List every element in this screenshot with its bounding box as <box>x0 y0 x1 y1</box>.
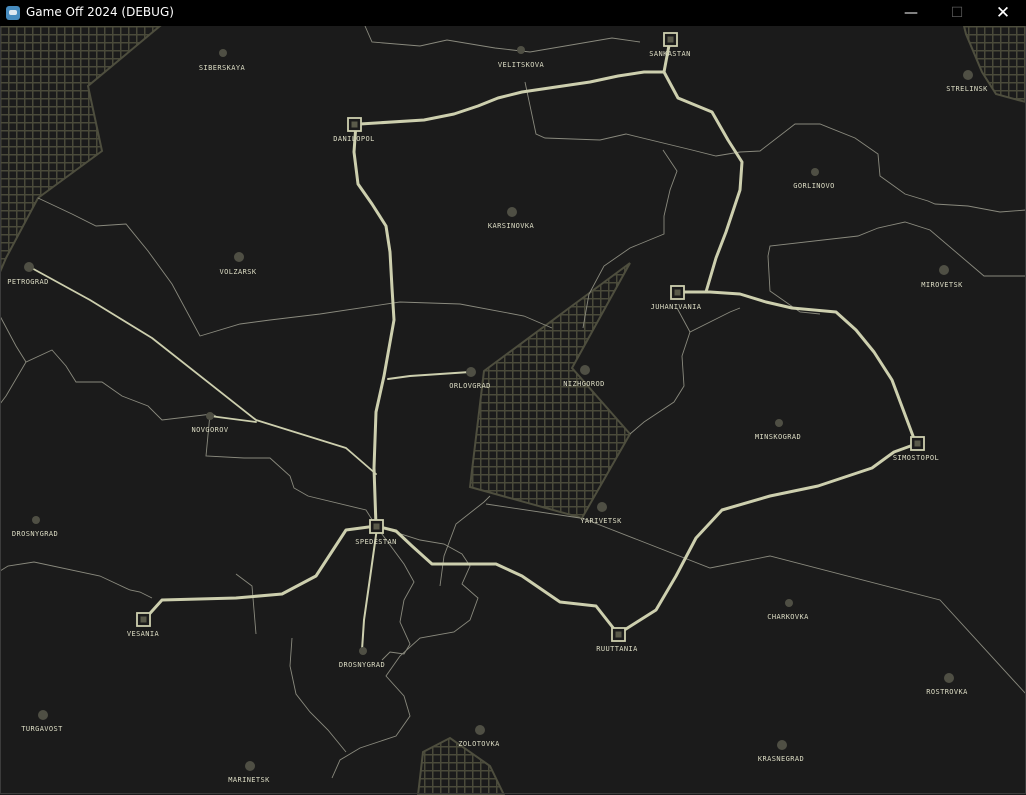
town-label-nizhgorod: NIZHGOROD <box>563 380 605 388</box>
title-bar[interactable]: Game Off 2024 (DEBUG) — ☐ ✕ <box>0 0 1026 26</box>
route-juhanivania-simostopol <box>676 290 918 446</box>
route-sankastan-juhanivania <box>662 70 744 294</box>
minimize-button[interactable]: — <box>888 0 934 26</box>
route-spedestan-ruuttania <box>374 524 620 636</box>
town-label-orlovgrad: ORLOVGRAD <box>449 382 491 390</box>
town-label-mirovetsk: MIROVETSK <box>921 281 963 289</box>
window-title: Game Off 2024 (DEBUG) <box>26 5 174 19</box>
game-map[interactable]: SIBERSKAYA VELITSKOVA STRELINSK GORLINOV… <box>0 26 1026 795</box>
route-petrograd-spedestan <box>27 265 377 475</box>
town-label-charkovka: CHARKOVKA <box>767 613 809 621</box>
restricted-zone-center <box>468 262 632 520</box>
town-marker-strelinsk[interactable] <box>963 70 973 80</box>
town-marker-charkovka[interactable] <box>785 599 793 607</box>
town-marker-karsinovka[interactable] <box>507 207 517 217</box>
town-label-drosnygrad-south: DROSNYGRAD <box>338 661 386 669</box>
town-marker-nizhgorod[interactable] <box>580 365 590 375</box>
close-button[interactable]: ✕ <box>980 0 1026 26</box>
town-marker-drosnygrad-west[interactable] <box>32 516 40 524</box>
route-spedestan-orlovgrad <box>387 371 471 380</box>
town-label-siberskaya: SIBERSKAYA <box>198 64 246 72</box>
town-label-krasnegrad: KRASNEGRAD <box>757 755 805 763</box>
town-marker-petrograd[interactable] <box>24 262 34 272</box>
town-label-velitskova: VELITSKOVA <box>497 61 545 69</box>
town-marker-yarivetsk[interactable] <box>597 502 607 512</box>
town-marker-turgavost[interactable] <box>38 710 48 720</box>
station-label-juhanivania: JUHANIVANIA <box>650 303 702 311</box>
restricted-zones <box>0 26 1026 795</box>
route-danilopol-spedestan <box>352 122 396 528</box>
game-window: Game Off 2024 (DEBUG) — ☐ ✕ SIBERSKAYA V… <box>0 0 1026 795</box>
station-marker-simostopol[interactable] <box>910 436 925 451</box>
town-label-gorlinovo: GORLINOVO <box>793 182 835 190</box>
town-label-minskograd: MINSKOGRAD <box>754 433 802 441</box>
station-label-danilopol: DANILOPOL <box>333 135 375 143</box>
station-label-sankastan: SANKASTAN <box>649 50 691 58</box>
route-sankastan-danilopol <box>358 38 672 126</box>
town-label-zolotovka: ZOLOTOVKA <box>458 740 500 748</box>
station-marker-vesania[interactable] <box>136 612 151 627</box>
town-marker-siberskaya[interactable] <box>219 49 227 57</box>
route-novgorov-link <box>209 415 257 423</box>
route-ruuttania-simostopol <box>616 442 918 636</box>
town-marker-novgorov[interactable] <box>206 412 214 420</box>
station-marker-danilopol[interactable] <box>347 117 362 132</box>
town-label-karsinovka: KARSINOVKA <box>487 222 535 230</box>
town-label-marinetsk: MARINETSK <box>228 776 270 784</box>
town-label-yarivetsk: YARIVETSK <box>580 517 622 525</box>
town-label-strelinsk: STRELINSK <box>946 85 988 93</box>
town-marker-marinetsk[interactable] <box>245 761 255 771</box>
town-marker-mirovetsk[interactable] <box>939 265 949 275</box>
town-marker-volzarsk[interactable] <box>234 252 244 262</box>
station-marker-ruuttania[interactable] <box>611 627 626 642</box>
restricted-zone-northwest <box>0 26 162 273</box>
godot-app-icon <box>6 6 20 20</box>
station-marker-juhanivania[interactable] <box>670 285 685 300</box>
map-canvas[interactable] <box>0 26 1026 795</box>
rail-network <box>27 38 918 651</box>
town-marker-zolotovka[interactable] <box>475 725 485 735</box>
town-label-volzarsk: VOLZARSK <box>219 268 257 276</box>
town-label-novgorov: NOVGOROV <box>191 426 229 434</box>
town-label-drosnygrad-west: DROSNYGRAD <box>11 530 59 538</box>
maximize-button[interactable]: ☐ <box>934 0 980 26</box>
town-marker-minskograd[interactable] <box>775 419 783 427</box>
station-label-ruuttania: RUUTTANIA <box>596 645 638 653</box>
station-label-vesania: VESANIA <box>126 630 160 638</box>
town-label-turgavost: TURGAVOST <box>21 725 63 733</box>
station-marker-sankastan[interactable] <box>663 32 678 47</box>
town-label-rostrovka: ROSTROVKA <box>926 688 968 696</box>
station-marker-spedestan[interactable] <box>369 519 384 534</box>
town-marker-krasnegrad[interactable] <box>777 740 787 750</box>
station-label-simostopol: SIMOSTOPOL <box>892 454 940 462</box>
town-marker-drosnygrad-south[interactable] <box>359 647 367 655</box>
town-marker-rostrovka[interactable] <box>944 673 954 683</box>
town-marker-velitskova[interactable] <box>517 46 525 54</box>
town-marker-gorlinovo[interactable] <box>811 168 819 176</box>
route-spedestan-vesania <box>142 524 378 622</box>
town-marker-orlovgrad[interactable] <box>466 367 476 377</box>
station-label-spedestan: SPEDESTAN <box>355 538 397 546</box>
town-label-petrograd: PETROGRAD <box>7 278 49 286</box>
